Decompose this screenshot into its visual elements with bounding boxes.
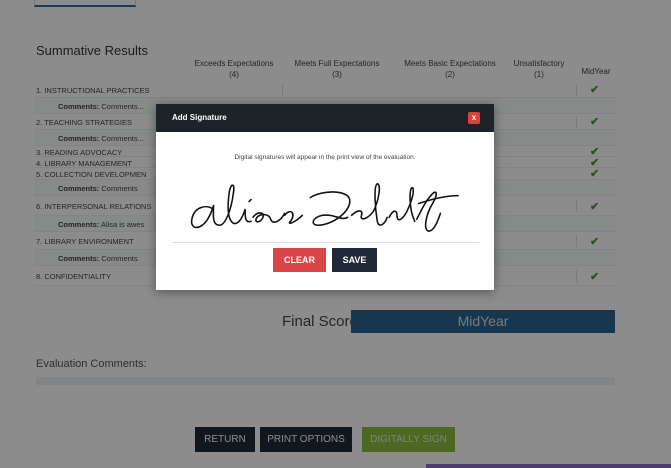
modal-title: Add Signature xyxy=(172,113,227,122)
add-signature-modal: Add Signature x Digital signatures will … xyxy=(156,104,494,290)
modal-header: Add Signature x xyxy=(156,104,494,132)
close-icon[interactable]: x xyxy=(468,112,480,124)
clear-button[interactable]: CLEAR xyxy=(273,248,326,272)
signature-pad[interactable] xyxy=(172,170,479,243)
save-button[interactable]: SAVE xyxy=(332,248,377,272)
signature-note: Digital signatures will appear in the pr… xyxy=(234,154,416,161)
handwritten-signature xyxy=(190,183,459,232)
